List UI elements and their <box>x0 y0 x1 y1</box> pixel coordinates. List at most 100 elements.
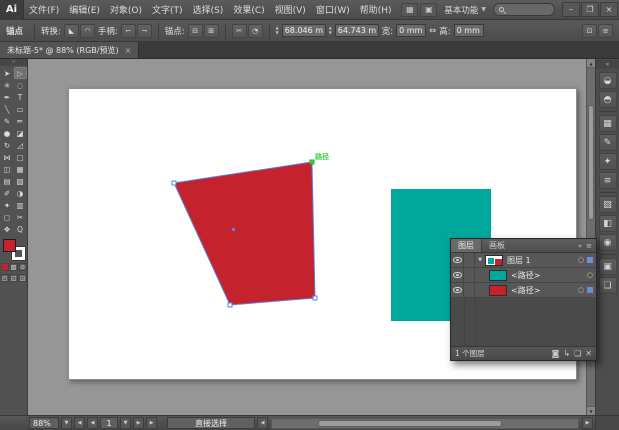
next-artboard-button[interactable]: ▶ <box>133 417 144 429</box>
restore-button[interactable]: ❐ <box>581 2 599 17</box>
layers-panel-icon[interactable]: ❏ <box>599 277 617 294</box>
rectangle-tool[interactable]: ▭ <box>14 103 27 115</box>
line-segment-tool[interactable]: ╲ <box>1 103 14 115</box>
scroll-up-button[interactable]: ▲ <box>587 59 595 68</box>
expand-panels-button[interactable]: « <box>596 60 619 69</box>
pencil-tool[interactable]: ✏ <box>14 115 27 127</box>
prev-artboard-button[interactable]: ◀ <box>87 417 98 429</box>
cut-path-button[interactable]: ✂ <box>232 24 247 38</box>
draw-inside-button[interactable]: ◲ <box>19 274 27 282</box>
minimize-button[interactable]: – <box>562 2 580 17</box>
perspective-grid-tool[interactable]: ▦ <box>14 163 27 175</box>
gradient-panel-icon[interactable]: ▧ <box>599 196 617 213</box>
rotate-tool[interactable]: ↻ <box>1 139 14 151</box>
hand-tool[interactable]: ❖ <box>1 223 14 235</box>
canvas[interactable]: 路径 <box>28 59 586 415</box>
gradient-fill-button[interactable]: ▧ <box>10 263 18 271</box>
bridge-icon[interactable]: ▦ <box>401 3 418 17</box>
workspace-switcher[interactable]: 基本功能 ▼ <box>441 4 489 16</box>
first-artboard-button[interactable]: ◀ <box>74 417 85 429</box>
search-input[interactable] <box>507 5 549 14</box>
stroke-panel-icon[interactable]: ≡ <box>599 172 617 189</box>
scale-tool[interactable]: ◿ <box>14 139 27 151</box>
gradient-tool[interactable]: ▧ <box>14 175 27 187</box>
document-tab[interactable]: 未标题-5* @ 88% (RGB/预览) × <box>0 42 139 58</box>
y-coordinate-field[interactable] <box>335 24 379 37</box>
menu-item[interactable]: 文字(T) <box>147 3 188 16</box>
red-shape[interactable] <box>174 162 315 305</box>
transform-panel-icon[interactable]: ⊡ <box>582 24 597 38</box>
delete-layer-icon[interactable]: ✕ <box>585 349 592 358</box>
scroll-down-button[interactable]: ▼ <box>587 406 595 415</box>
show-handles-button[interactable]: ⌐ <box>121 24 136 38</box>
color-guide-panel-icon[interactable]: ◓ <box>599 91 617 108</box>
brushes-panel-icon[interactable]: ✎ <box>599 134 617 151</box>
visibility-toggle[interactable] <box>451 283 464 297</box>
eyedropper-tool[interactable]: ✐ <box>1 187 14 199</box>
free-transform-tool[interactable]: ▢ <box>14 151 27 163</box>
vertical-scrollbar[interactable]: ▲ ▼ <box>586 59 595 415</box>
new-layer-icon[interactable]: ❏ <box>574 349 581 358</box>
layer-row[interactable]: ▼图层 1○ <box>451 253 596 268</box>
draw-behind-button[interactable]: ◱ <box>10 274 18 282</box>
horizontal-scrollbar-thumb[interactable] <box>318 420 502 427</box>
appearance-panel-icon[interactable]: ◉ <box>599 234 617 251</box>
fill-color-swatch[interactable] <box>3 239 16 252</box>
link-dimensions-icon[interactable]: ⇔ <box>429 26 436 36</box>
remove-anchor-button[interactable]: ⊟ <box>188 24 203 38</box>
zoom-level-field[interactable]: 88% <box>29 417 59 429</box>
lasso-tool[interactable]: ◌ <box>14 79 27 91</box>
layer-row[interactable]: <路径>○ <box>451 283 596 298</box>
isolate-selection-button[interactable]: ◔ <box>248 24 263 38</box>
blend-tool[interactable]: ◑ <box>14 187 27 199</box>
eraser-tool[interactable]: ◪ <box>14 127 27 139</box>
symbol-sprayer-tool[interactable]: ✦ <box>1 199 14 211</box>
horizontal-scrollbar[interactable] <box>271 418 579 429</box>
convert-to-corner-button[interactable]: ◣ <box>64 24 79 38</box>
swatches-panel-icon[interactable]: ▦ <box>599 115 617 132</box>
pen-tool[interactable]: ✒ <box>1 91 14 103</box>
magic-wand-tool[interactable]: ✳ <box>1 79 14 91</box>
selection-tool[interactable]: ➤ <box>1 67 14 79</box>
column-graph-tool[interactable]: ▥ <box>14 199 27 211</box>
transparency-panel-icon[interactable]: ◧ <box>599 215 617 232</box>
target-circle[interactable]: ○ <box>587 271 593 279</box>
menu-item[interactable]: 文件(F) <box>24 3 64 16</box>
convert-to-smooth-button[interactable]: ◠ <box>80 24 95 38</box>
width-tool[interactable]: ⋈ <box>1 151 14 163</box>
none-fill-button[interactable]: ⊘ <box>19 263 27 271</box>
tab-close-icon[interactable]: × <box>125 46 132 55</box>
target-circle[interactable]: ○ <box>578 256 584 264</box>
menu-item[interactable]: 效果(C) <box>228 3 269 16</box>
paintbrush-tool[interactable]: ✎ <box>1 115 14 127</box>
menu-item[interactable]: 窗口(W) <box>311 3 355 16</box>
layer-row[interactable]: <路径>○ <box>451 268 596 283</box>
new-sublayer-icon[interactable]: ↳ <box>563 349 570 358</box>
x-coordinate-field[interactable] <box>282 24 326 37</box>
menu-item[interactable]: 帮助(H) <box>355 3 397 16</box>
anchor-top-left[interactable] <box>172 181 176 185</box>
menu-item[interactable]: 选择(S) <box>188 3 229 16</box>
last-artboard-button[interactable]: ▶ <box>146 417 157 429</box>
lock-toggle[interactable] <box>464 268 475 282</box>
expand-toggle[interactable]: ▼ <box>475 257 485 263</box>
mesh-tool[interactable]: ▤ <box>1 175 14 187</box>
scroll-left-button[interactable]: ◀ <box>257 417 268 429</box>
panel-menu-icon[interactable]: ≡ <box>586 242 592 250</box>
toolbar-collapse-button[interactable]: « <box>0 59 27 66</box>
x-spinner[interactable]: ▲▼ <box>276 26 279 35</box>
draw-normal-button[interactable]: ◰ <box>1 274 9 282</box>
menu-item[interactable]: 对象(O) <box>105 3 147 16</box>
y-spinner[interactable]: ▲▼ <box>329 26 332 35</box>
make-clip-mask-icon[interactable]: ◙ <box>552 349 560 358</box>
graphic-styles-panel-icon[interactable]: ▣ <box>599 258 617 275</box>
vertical-scrollbar-thumb[interactable] <box>588 105 594 220</box>
lock-toggle[interactable] <box>464 253 475 267</box>
blob-brush-tool[interactable]: ● <box>1 127 14 139</box>
artboard-tool[interactable]: ◻ <box>1 211 14 223</box>
anchor-top-right[interactable] <box>310 160 314 164</box>
type-tool[interactable]: T <box>14 91 27 103</box>
layers-panel-tab-图层[interactable]: 图层 <box>451 239 482 252</box>
direct-selection-tool[interactable]: ▷ <box>14 67 27 79</box>
height-field[interactable] <box>454 24 484 37</box>
